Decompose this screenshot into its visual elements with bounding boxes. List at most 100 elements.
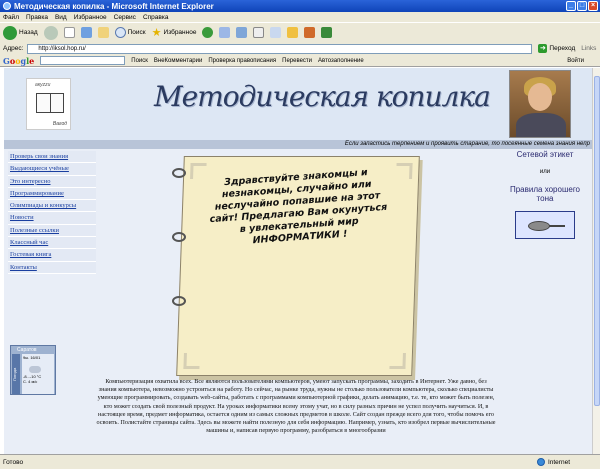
google-logo: Google [3,56,34,66]
address-input[interactable]: http://iksol.hop.ru/ [27,43,533,54]
site-logo[interactable]: акуzzи Вагод [26,78,71,130]
google-logo-letter: e [29,55,35,66]
or-text: или [539,169,551,175]
mail-icon[interactable] [236,27,248,38]
page-viewport: акуzzи Вагод Методическая копилка Если з… [0,68,592,454]
zone-label: Internet [547,458,570,466]
nav-item-class-hour[interactable]: Классный час [8,237,96,250]
logo-bottom-text: Вагод [52,121,67,127]
security-zone: Internet [536,458,570,466]
notebook-rings [172,168,192,368]
nav-item-scientists[interactable]: Выдающиеся учёные [8,163,96,176]
site-header: акуzzи Вагод Методическая копилка [4,68,592,140]
back-arrow-icon [3,25,17,40]
weather-city: Саратов [17,347,37,353]
menu-tools[interactable]: Сервис [114,14,136,21]
google-item-autofill[interactable]: Автозаполнение [318,58,364,64]
mouse-cord [549,225,565,227]
nav-item-contacts[interactable]: Контакты [8,261,96,274]
google-signin[interactable]: Войти [567,58,584,64]
photo-body [516,113,566,137]
book-icon [36,93,64,113]
history-icon[interactable] [219,27,231,38]
folder-icon[interactable] [287,27,299,38]
ring-icon [172,232,186,242]
sidebar-nav: Проверь свои знания Выдающиеся учёные Эт… [8,151,96,274]
media-icon[interactable] [202,27,214,38]
go-label: Переход [549,45,576,52]
cloud-icon [29,366,41,373]
nav-item-links[interactable]: Полезные ссылки [8,224,96,238]
star-icon: ★ [151,27,162,39]
links-label[interactable]: Links [581,45,596,52]
search-label: Поиск [127,29,146,36]
nav-item-news[interactable]: Новости [8,212,96,225]
close-button[interactable]: × [588,1,598,11]
weather-panel: 9ы. 16/01 -8...-10 °C С. 4 м/с [22,354,54,394]
menu-view[interactable]: Вид [55,14,67,21]
google-item-translate[interactable]: Перевести [282,58,312,64]
print-icon[interactable] [253,27,265,38]
ie-logo-icon [3,2,11,10]
corner-ornament [190,163,207,179]
google-item-comments[interactable]: ВнеКомментарии [154,58,202,64]
toolbar: Назад Поиск ★ Избранное [0,22,600,42]
mouse-icon [528,221,550,231]
page: акуzzи Вагод Методическая копилка Если з… [4,68,592,454]
messenger-icon[interactable] [304,27,316,38]
refresh-icon[interactable] [80,27,92,38]
stop-icon[interactable] [63,27,75,38]
research-icon[interactable] [321,27,333,38]
home-icon[interactable] [97,27,109,38]
window-controls: _ □ × [566,1,598,11]
good-manners-link[interactable]: Правила хорошего тона [502,185,588,203]
menu-file[interactable]: Файл [3,14,19,21]
nav-item-programming[interactable]: Программирование [8,187,96,201]
maximize-button[interactable]: □ [577,1,587,11]
menu-help[interactable]: Справка [143,14,169,21]
address-label: Адрес: [3,45,24,52]
nav-item-guestbook[interactable]: Гостевая книга [8,249,96,262]
scrollbar-thumb[interactable] [594,76,600,406]
go-button[interactable]: ➜ Переход [538,44,575,53]
weather-date: 9ы. 16/01 [23,355,41,360]
google-search-button[interactable]: Поиск [131,58,148,64]
back-button[interactable]: Назад [3,25,38,40]
globe-icon [536,458,545,466]
address-bar: Адрес: http://iksol.hop.ru/ ➜ Переход Li… [0,42,600,55]
menu-edit[interactable]: Правка [26,14,48,21]
corner-ornament [389,353,406,369]
google-logo-letter: G [3,55,10,66]
edit-icon[interactable] [270,27,282,38]
logo-top-text: акуzzи [35,82,51,88]
window-title: Методическая копилка - Microsoft Interne… [14,1,214,11]
go-arrow-icon: ➜ [538,44,548,53]
forward-button[interactable] [43,25,58,40]
google-toolbar: Google Поиск ВнеКомментарии Проверка пра… [0,55,600,67]
nav-item-interesting[interactable]: Это интересно [8,175,96,188]
weather-widget[interactable]: Саратов Погода 9ы. 16/01 -8...-10 °C С. … [10,345,56,395]
minimize-button[interactable]: _ [566,1,576,11]
ring-icon [172,296,186,306]
mouse-image[interactable] [515,211,575,239]
menu-bar: Файл Правка Вид Избранное Сервис Справка [0,12,600,22]
favorites-button[interactable]: ★ Избранное [152,26,197,39]
menu-favorites[interactable]: Избранное [74,14,107,21]
welcome-notebook: Здравствуйте знакомцы и незнакомцы, случ… [170,150,426,386]
google-item-spellcheck[interactable]: Проверка правописания [208,58,276,64]
status-text: Готово [3,458,24,466]
search-button[interactable]: Поиск [114,27,146,38]
status-bar: Готово Internet [0,454,600,469]
photo-face [528,83,552,111]
window-titlebar: Методическая копилка - Microsoft Interne… [0,0,600,12]
search-icon [114,27,126,38]
right-column: Сетевой этикет или Правила хорошего тона [502,150,588,239]
nav-item-check-knowledge[interactable]: Проверь свои знания [8,151,96,164]
netiquette-link[interactable]: Сетевой этикет [502,150,588,159]
vertical-scrollbar[interactable] [592,68,600,454]
nav-item-olympiads[interactable]: Олимпиады и конкурсы [8,200,96,213]
site-title: Методическая копилка [154,80,491,113]
google-search-input[interactable] [40,56,126,65]
corner-ornament [396,163,413,179]
marquee-text: Если запастись терпением и проявить стар… [4,140,592,149]
